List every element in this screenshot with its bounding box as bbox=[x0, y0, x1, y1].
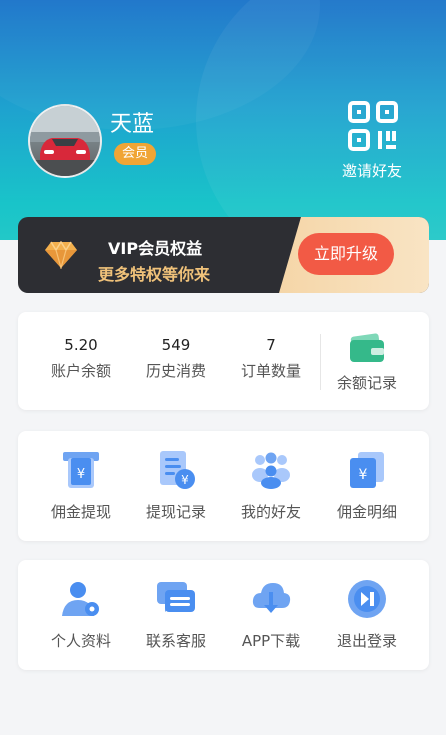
menu-item-withdraw-record[interactable]: ¥ 提现记录 bbox=[128, 431, 224, 522]
svg-text:¥: ¥ bbox=[181, 473, 189, 487]
withdraw-icon: ¥ bbox=[63, 452, 99, 488]
upgrade-button[interactable]: 立即升级 bbox=[298, 233, 394, 275]
qr-code-icon[interactable] bbox=[347, 100, 399, 152]
menu-item-label: 佣金明细 bbox=[336, 503, 397, 521]
stat-value: 5.20 bbox=[64, 336, 98, 354]
diamond-icon bbox=[45, 241, 77, 269]
menu-item-app-download[interactable]: APP下载 bbox=[223, 560, 319, 651]
commission-menu-card: ¥ 佣金提现 ¥ 提现记录 我的好友 ¥ 佣金明细 bbox=[18, 431, 429, 541]
profile-icon bbox=[62, 582, 99, 616]
avatar[interactable] bbox=[28, 104, 102, 178]
menu-item-label: 提现记录 bbox=[145, 503, 206, 521]
menu-item-label: 我的好友 bbox=[240, 503, 301, 521]
record-icon: ¥ bbox=[160, 451, 195, 489]
wallet-icon bbox=[350, 333, 384, 362]
menu-item-commission-withdraw[interactable]: ¥ 佣金提现 bbox=[33, 431, 129, 522]
invite-friends-label[interactable]: 邀请好友 bbox=[342, 160, 402, 181]
stat-label: 账户余额 bbox=[50, 362, 111, 380]
profile-header: 天蓝 会员 邀请好友 bbox=[0, 0, 446, 240]
vip-subtitle: 更多特权等你来 bbox=[98, 265, 211, 284]
stat-label: 订单数量 bbox=[240, 362, 301, 380]
balance-record-button[interactable]: 余额记录 bbox=[319, 312, 415, 393]
menu-item-commission-detail[interactable]: ¥ 佣金明细 bbox=[319, 431, 415, 522]
stats-card: 5.20 账户余额 549 历史消费 7 订单数量 余额记录 bbox=[18, 312, 429, 410]
logout-icon bbox=[348, 580, 386, 618]
menu-item-profile[interactable]: 个人资料 bbox=[33, 560, 129, 651]
stat-value: 7 bbox=[266, 336, 276, 354]
stat-value: 549 bbox=[161, 336, 191, 354]
vip-title: VIP会员权益 bbox=[108, 239, 203, 258]
commission-detail-icon: ¥ bbox=[350, 452, 384, 488]
svg-text:¥: ¥ bbox=[77, 467, 85, 482]
account-menu-card: 个人资料 联系客服 APP下载 退出登录 bbox=[18, 560, 429, 670]
stat-history-spend[interactable]: 549 历史消费 bbox=[128, 312, 224, 381]
avatar-car-photo bbox=[30, 106, 100, 176]
menu-item-label: 佣金提现 bbox=[50, 503, 111, 521]
menu-item-label: 联系客服 bbox=[145, 632, 206, 650]
member-badge: 会员 bbox=[114, 143, 157, 165]
vip-card[interactable]: VIP会员权益 更多特权等你来 立即升级 bbox=[18, 217, 429, 293]
customer-service-icon bbox=[157, 582, 195, 612]
stat-order-count[interactable]: 7 订单数量 bbox=[223, 312, 319, 381]
menu-item-customer-service[interactable]: 联系客服 bbox=[128, 560, 224, 651]
menu-item-label: APP下载 bbox=[241, 632, 301, 650]
stat-balance[interactable]: 5.20 账户余额 bbox=[33, 312, 129, 381]
stat-label: 历史消费 bbox=[145, 362, 206, 380]
menu-item-label: 退出登录 bbox=[336, 632, 397, 650]
username: 天蓝 bbox=[110, 112, 155, 137]
menu-item-label: 个人资料 bbox=[50, 632, 111, 650]
balance-record-label: 余额记录 bbox=[336, 374, 397, 392]
download-icon bbox=[252, 583, 291, 613]
menu-item-my-friends[interactable]: 我的好友 bbox=[223, 431, 319, 522]
menu-item-logout[interactable]: 退出登录 bbox=[319, 560, 415, 651]
friends-icon bbox=[252, 452, 290, 489]
svg-text:¥: ¥ bbox=[359, 467, 368, 483]
